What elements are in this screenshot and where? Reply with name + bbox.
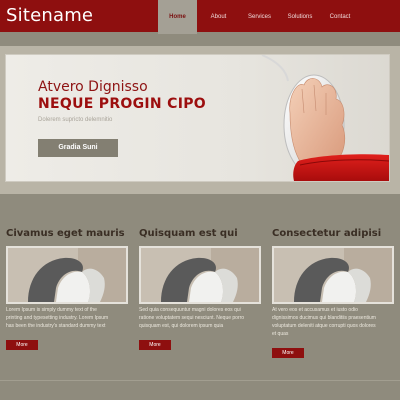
hero-headline: NEQUE PROGIN CIPO (38, 96, 206, 112)
nav-item-home[interactable]: Home (158, 0, 197, 34)
nav-item-services[interactable]: Services (240, 0, 279, 32)
paper-curl-image (6, 246, 128, 304)
column-text: At vero eos et accusamus et iusto odio d… (272, 306, 394, 338)
feature-column-3: Consectetur adipisi At vero eos et accus… (272, 228, 394, 358)
nav-item-contact[interactable]: Contact (321, 0, 359, 32)
nav-item-about[interactable]: About (199, 0, 238, 32)
header-bar: Sitename Home About Services Solutions C… (0, 0, 400, 34)
footer-divider (0, 380, 400, 381)
text-line: et quas (272, 331, 289, 337)
paper-curl-image (139, 246, 261, 304)
text-line: At vero eos et accusamus et iusto odio (272, 307, 358, 313)
more-button[interactable]: More (272, 348, 304, 358)
hero-title: Atvero Dignisso (38, 79, 148, 95)
text-line: printing and typesetting industry. Lorem… (6, 315, 109, 321)
nav-item-solutions[interactable]: Solutions (279, 0, 321, 32)
column-heading: Consectetur adipisi (272, 228, 382, 239)
column-text: Sed quia consequuntur magni dolores eos … (139, 306, 261, 330)
more-button[interactable]: More (139, 340, 171, 350)
hand-on-mouse-image (261, 55, 389, 181)
column-text: Lorem Ipsum is simply dummy text of the … (6, 306, 128, 330)
column-heading: Quisquam est qui (139, 228, 238, 239)
feature-column-2: Quisquam est qui Sed quia consequuntur m… (139, 228, 261, 350)
hero-banner: Atvero Dignisso NEQUE PROGIN CIPO Dolere… (6, 55, 389, 181)
feature-column-1: Civamus eget mauris Lorem Ipsum is simpl… (6, 228, 128, 350)
text-line: Lorem Ipsum is simply dummy text of the (6, 307, 97, 313)
text-line: Sed quia consequuntur magni dolores eos … (139, 307, 241, 313)
text-line: dignissimos ducimus qui blanditiis praes… (272, 315, 376, 321)
text-line: voluptatum deleniti atque corrupti quos … (272, 323, 376, 329)
site-logo[interactable]: Sitename (6, 5, 93, 26)
column-heading: Civamus eget mauris (6, 228, 125, 239)
hero-subtitle: Dolerem supricto delemnitio (38, 117, 113, 123)
text-line: has been the industry's standard dummy t… (6, 323, 106, 329)
hero-cta-button[interactable]: Gradia Suni (38, 139, 118, 157)
text-line: quisquam est, qui dolorem ipsum quia (139, 323, 224, 329)
more-button[interactable]: More (6, 340, 38, 350)
paper-curl-image (272, 246, 394, 304)
text-line: ratione voluptatem sequi nesciunt. Neque… (139, 315, 245, 321)
